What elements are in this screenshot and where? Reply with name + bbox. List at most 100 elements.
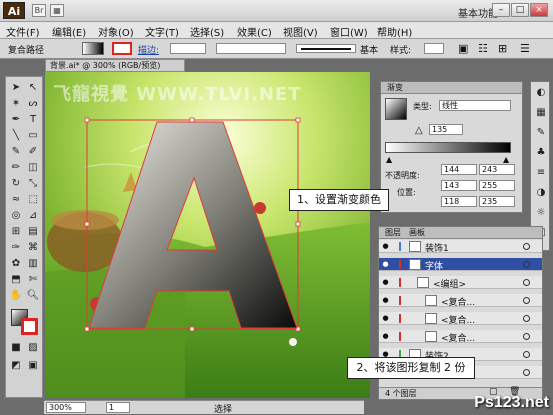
type-tool-icon[interactable]: T (25, 113, 41, 127)
screen-mode-icon[interactable]: ▣ (25, 359, 41, 373)
blend-tool-icon[interactable]: ⌘ (25, 241, 41, 255)
visibility-eye-icon[interactable]: ● (381, 332, 390, 341)
target-circle-icon[interactable] (523, 261, 530, 268)
brush-preview[interactable] (296, 44, 356, 53)
graph-tool-icon[interactable]: ▥ (25, 257, 41, 271)
target-circle-icon[interactable] (523, 369, 530, 376)
gradient-preview-swatch[interactable] (385, 98, 407, 120)
layer-row[interactable]: ● 字体 (379, 258, 542, 272)
document-setup-icon[interactable]: ▣ (458, 42, 468, 55)
target-circle-icon[interactable] (523, 333, 530, 340)
gradient-stop-left-icon[interactable]: ▲ (386, 155, 392, 164)
menu-object[interactable]: 对象(O) (98, 24, 134, 39)
target-circle-icon[interactable] (523, 297, 530, 304)
perspective-grid-icon[interactable]: ⊿ (25, 209, 41, 223)
layers-tab[interactable]: 图层 (385, 227, 401, 238)
arrange-icon[interactable]: ▦ (50, 4, 64, 17)
menu-effect[interactable]: 效果(C) (237, 24, 272, 39)
zoom-tool-icon[interactable]: 🔍︎ (25, 289, 41, 303)
visibility-eye-icon[interactable]: ● (381, 278, 390, 287)
menu-type[interactable]: 文字(T) (145, 24, 179, 39)
stroke-label[interactable]: 描边: (138, 43, 159, 56)
artboard-tool-icon[interactable]: ⬒ (8, 273, 24, 287)
document-tab[interactable]: 背景.ai* @ 300% (RGB/预览) (45, 59, 185, 72)
scale-tool-icon[interactable]: ⤡ (25, 177, 41, 191)
draw-mode-icon[interactable]: ◩ (8, 359, 24, 373)
eyedropper-icon[interactable]: ✑ (8, 241, 24, 255)
swatches-panel-icon[interactable]: ▦ (533, 106, 549, 120)
visibility-eye-icon[interactable]: ● (381, 242, 390, 251)
menu-help[interactable]: 帮助(H) (377, 24, 412, 39)
pencil-tool-icon[interactable]: ✐ (25, 145, 41, 159)
none-mode-icon[interactable]: ▨ (25, 341, 41, 355)
color-panel-icon[interactable]: ◐ (533, 86, 549, 100)
line-tool-icon[interactable]: ╲ (8, 129, 24, 143)
color-value-2[interactable]: 243 (479, 164, 515, 175)
align-icon[interactable]: ☷ (478, 42, 488, 55)
transparency-panel-icon[interactable]: ◑ (533, 186, 549, 200)
color-value-4[interactable]: 255 (479, 180, 515, 191)
free-transform-icon[interactable]: ⬚ (25, 193, 41, 207)
maximize-button[interactable]: □ (511, 3, 529, 17)
warp-tool-icon[interactable]: ≈ (8, 193, 24, 207)
lasso-icon[interactable]: ᔕ (25, 97, 41, 111)
zoom-level[interactable]: 300% (46, 402, 86, 413)
layer-row[interactable]: ● <编组> (379, 276, 542, 290)
target-circle-icon[interactable] (523, 351, 530, 358)
target-circle-icon[interactable] (523, 279, 530, 286)
artboard-canvas[interactable]: 飞龍視覺 WWW.TLVI.NET (45, 72, 370, 398)
gradient-type-select[interactable]: 线性 (439, 100, 511, 111)
stroke-swatch[interactable] (112, 42, 132, 55)
layer-row[interactable]: ● <复合... (379, 294, 542, 308)
gradient-panel-tab[interactable]: 渐变 (387, 82, 403, 93)
eraser-icon[interactable]: ◫ (25, 161, 41, 175)
visibility-eye-icon[interactable]: ● (381, 260, 390, 269)
transform-icon[interactable]: ⊞ (498, 42, 507, 55)
angle-field[interactable]: 135 (429, 124, 463, 135)
pen-tool-icon[interactable]: ✒ (8, 113, 24, 127)
artboards-tab[interactable]: 画板 (409, 227, 425, 238)
bridge-icon[interactable]: Br (32, 4, 46, 17)
hand-tool-icon[interactable]: ✋ (8, 289, 24, 303)
color-value-5[interactable]: 118 (441, 196, 477, 207)
slice-tool-icon[interactable]: ✄ (25, 273, 41, 287)
menu-view[interactable]: 视图(V) (283, 24, 318, 39)
symbol-sprayer-icon[interactable]: ✿ (8, 257, 24, 271)
gradient-stop-right-icon[interactable]: ▲ (503, 155, 509, 164)
direct-select-tool-icon[interactable]: ↖ (25, 81, 41, 95)
layer-row[interactable]: ● <复合... (379, 330, 542, 344)
color-value-6[interactable]: 235 (479, 196, 515, 207)
target-circle-icon[interactable] (523, 243, 530, 250)
rectangle-tool-icon[interactable]: ▭ (25, 129, 41, 143)
minimize-button[interactable]: – (492, 3, 510, 17)
mesh-tool-icon[interactable]: ⊞ (8, 225, 24, 239)
color-mode-icon[interactable]: ■ (8, 341, 24, 355)
gradient-tool-icon[interactable]: ▤ (25, 225, 41, 239)
rotate-tool-icon[interactable]: ↻ (8, 177, 24, 191)
close-button[interactable]: × (530, 3, 548, 17)
symbols-panel-icon[interactable]: ♣ (533, 146, 549, 160)
menu-select[interactable]: 选择(S) (190, 24, 224, 39)
menu-window[interactable]: 窗口(W) (330, 24, 368, 39)
magic-wand-icon[interactable]: ✶ (8, 97, 24, 111)
target-circle-icon[interactable] (523, 315, 530, 322)
stroke-color-icon[interactable] (21, 318, 38, 335)
fill-swatch[interactable] (82, 42, 104, 55)
visibility-eye-icon[interactable]: ● (381, 314, 390, 323)
brush-tool-icon[interactable]: ✎ (8, 145, 24, 159)
variable-width-field[interactable] (216, 43, 286, 54)
menu-edit[interactable]: 编辑(E) (52, 24, 86, 39)
color-value-1[interactable]: 144 (441, 164, 477, 175)
blob-brush-icon[interactable]: ✏ (8, 161, 24, 175)
layer-row[interactable]: ● <复合... (379, 312, 542, 326)
artboard-number[interactable]: 1 (106, 402, 130, 413)
shape-builder-icon[interactable]: ◎ (8, 209, 24, 223)
layer-row[interactable]: ● 装饰1 (379, 240, 542, 254)
stroke-panel-icon[interactable]: ≡ (533, 166, 549, 180)
brushes-panel-icon[interactable]: ✎ (533, 126, 549, 140)
visibility-eye-icon[interactable]: ● (381, 296, 390, 305)
menu-file[interactable]: 文件(F) (6, 24, 40, 39)
stroke-weight-field[interactable] (170, 43, 206, 54)
color-value-3[interactable]: 143 (441, 180, 477, 191)
panel-menu-icon[interactable]: ☰ (520, 42, 530, 55)
